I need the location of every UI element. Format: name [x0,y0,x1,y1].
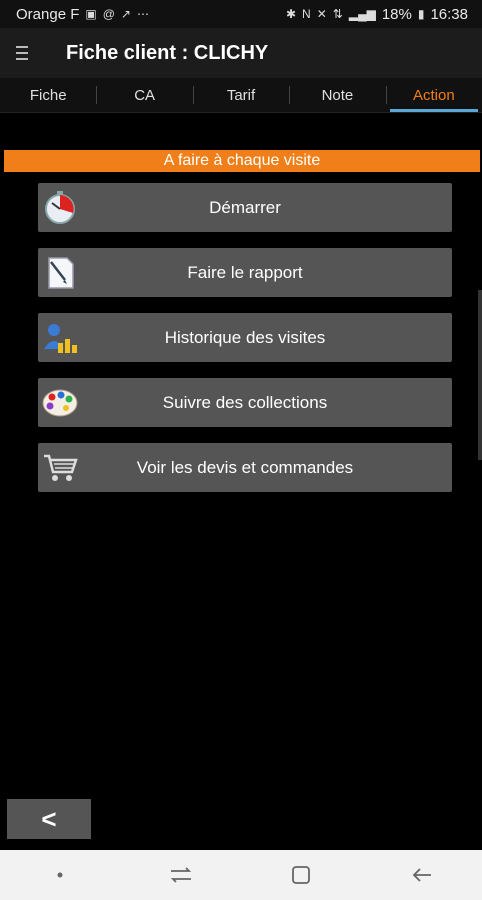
missed-call-icon: ↗ [120,7,131,21]
menu-icon-bars [16,44,28,62]
quotes-orders-button[interactable]: Voir les devis et commandes [38,443,452,492]
app-bar: Fiche client : CLICHY [0,28,482,78]
carrier-name: Orange F [16,5,80,23]
nfc-icon: N [302,7,311,21]
follow-collections-button-label: Suivre des collections [162,392,328,412]
start-button[interactable]: Démarrer [38,183,452,232]
palette-icon [42,385,78,421]
visit-history-icon [42,320,78,356]
write-report-button[interactable]: Faire le rapport [38,248,452,297]
visit-history-button-label: Historique des visites [164,327,326,347]
clock: 16:38 [430,5,468,23]
more-notifications-icon: ⋯ [136,7,149,21]
status-bar-left: Orange F ▣ @ ↗ ⋯ [16,6,149,23]
follow-collections-button[interactable]: Suivre des collections [38,378,452,427]
signal-icon: ▂▄▆ [348,7,376,21]
battery-icon: ▮ [417,7,425,21]
data-transfer-icon: ⇅ [332,7,343,21]
tab-action[interactable]: Action [385,78,482,112]
report-document-icon [42,255,78,291]
page-title: Fiche client : CLICHY [66,41,269,64]
action-list: Démarrer Faire le rapport Historique des… [38,183,452,508]
home-icon[interactable] [271,855,331,895]
back-button[interactable]: < [7,799,91,839]
menu-icon[interactable] [0,28,44,78]
tab-bar: Fiche CA Tarif Note Action [0,78,482,113]
tab-fiche[interactable]: Fiche [0,78,96,112]
status-bar-right: ✱ N ✕ ⇅ ▂▄▆ 18% ▮ 16:38 [286,6,468,23]
tab-ca[interactable]: CA [96,78,192,112]
system-navigation-bar [0,850,482,900]
write-report-button-label: Faire le rapport [187,262,303,282]
image-notification-icon: ▣ [85,7,97,21]
battery-percent: 18% [381,5,412,23]
stopwatch-icon [42,190,78,226]
shopping-cart-icon [42,450,78,486]
at-notification-icon: @ [102,7,115,21]
mute-icon: ✕ [316,7,327,21]
back-arrow-icon[interactable] [392,855,452,895]
bluetooth-icon: ✱ [285,7,297,21]
quotes-orders-button-label: Voir les devis et commandes [136,457,354,477]
tab-note[interactable]: Note [289,78,385,112]
recent-apps-icon[interactable] [151,855,211,895]
nav-dot-button[interactable] [30,855,90,895]
scrollbar[interactable] [478,290,482,460]
tab-tarif[interactable]: Tarif [192,78,289,112]
start-button-label: Démarrer [209,197,281,217]
visit-history-button[interactable]: Historique des visites [38,313,452,362]
status-bar: Orange F ▣ @ ↗ ⋯ ✱ N ✕ ⇅ ▂▄▆ 18% ▮ 16:38 [0,0,482,28]
section-banner: A faire à chaque visite [4,150,480,172]
